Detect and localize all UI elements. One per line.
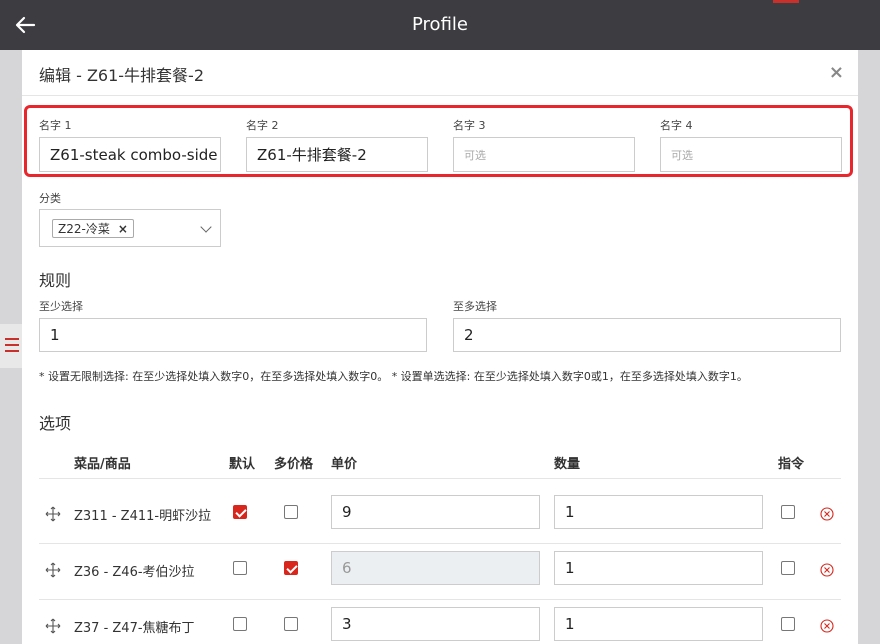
header-item: 菜品/商品 [74,457,131,472]
name3-input[interactable]: 可选 [453,137,635,172]
header-default: 默认 [229,457,256,472]
qty-input[interactable]: 1 [554,607,763,641]
remove-circle-icon[interactable] [820,619,834,633]
drag-handle-icon[interactable] [45,618,61,634]
name3-label: 名字 3 [453,119,486,132]
price-input: 6 [331,551,540,585]
rules-note: * 设置无限制选择: 在至少选择处填入数字0，在至多选择处填入数字0。 * 设置… [39,370,748,383]
remove-circle-icon[interactable] [820,563,834,577]
header-price: 单价 [331,457,358,472]
price-input[interactable]: 3 [331,607,540,641]
header-command: 指令 [778,457,805,472]
min-label: 至少选择 [39,300,83,313]
page-title: Profile [412,14,468,35]
drag-handle-icon[interactable] [45,562,61,578]
name4-label: 名字 4 [660,119,693,132]
default-checkbox[interactable] [233,561,247,575]
command-checkbox[interactable] [781,561,795,575]
top-bar: Profile [0,0,880,50]
drag-handle-icon[interactable] [45,506,61,522]
multi-price-checkbox[interactable] [284,617,298,631]
edit-modal: 编辑 - Z61-牛排套餐-2 × 名字 1 Z61-steak combo-s… [22,50,858,644]
badge-mark [773,0,799,3]
table-row-item-name: Z36 - Z46-考伯沙拉 [74,565,195,580]
modal-title: 编辑 - Z61-牛排套餐-2 [39,66,204,85]
row-divider [39,543,841,544]
table-row-item-name: Z37 - Z47-焦糖布丁 [74,621,195,636]
remove-tag-icon[interactable]: × [118,222,128,236]
name4-input[interactable]: 可选 [660,137,842,172]
min-select-input[interactable]: 1 [39,318,427,352]
table-row-item-name: Z311 - Z411-明虾沙拉 [74,509,212,524]
category-tag: Z22-冷菜 × [52,219,134,238]
max-label: 至多选择 [453,300,497,313]
remove-circle-icon[interactable] [820,507,834,521]
table-header-divider [39,478,841,479]
category-tag-label: Z22-冷菜 [58,222,110,236]
max-select-input[interactable]: 2 [453,318,841,352]
header-multi-price: 多价格 [274,457,314,472]
chevron-down-icon [200,221,212,233]
qty-input[interactable]: 1 [554,495,763,529]
name1-label: 名字 1 [39,119,72,132]
close-icon[interactable]: × [829,62,844,83]
category-select[interactable]: Z22-冷菜 × [39,209,221,247]
name2-label: 名字 2 [246,119,279,132]
default-checkbox[interactable] [233,617,247,631]
multi-price-checkbox[interactable] [284,505,298,519]
price-input[interactable]: 9 [331,495,540,529]
rules-title: 规则 [39,271,72,290]
modal-header: 编辑 - Z61-牛排套餐-2 × [22,50,858,96]
options-title: 选项 [39,414,72,433]
category-label: 分类 [39,192,61,205]
command-checkbox[interactable] [781,505,795,519]
default-checkbox[interactable] [233,505,247,519]
name1-input[interactable]: Z61-steak combo-side [39,137,221,172]
qty-input[interactable]: 1 [554,551,763,585]
menu-icon[interactable] [0,324,22,368]
multi-price-checkbox[interactable] [284,561,298,575]
command-checkbox[interactable] [781,617,795,631]
header-qty: 数量 [554,457,581,472]
row-divider [39,599,841,600]
name2-input[interactable]: Z61-牛排套餐-2 [246,137,428,172]
